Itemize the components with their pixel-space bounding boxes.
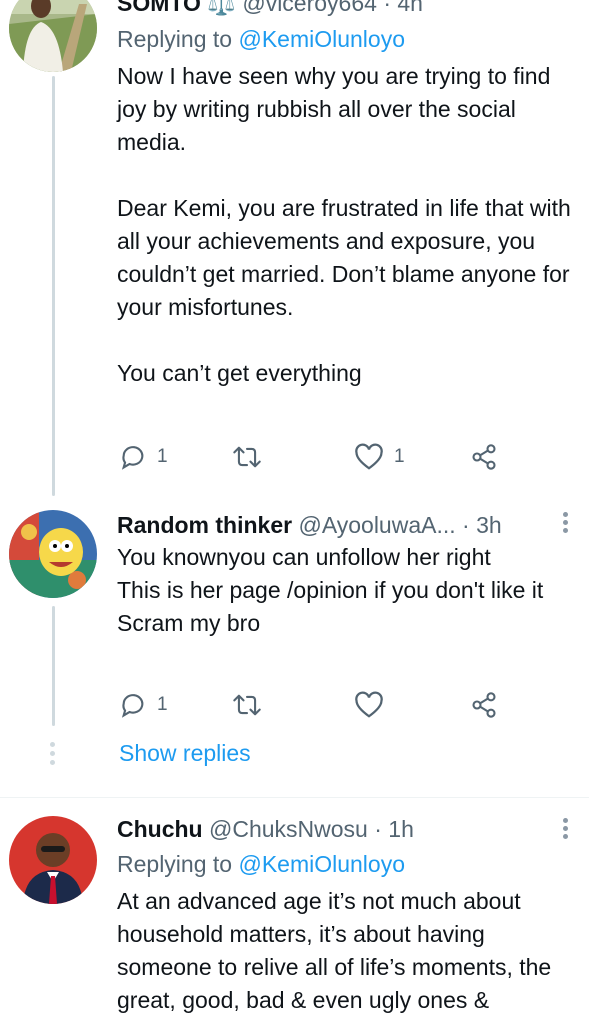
- author-handle[interactable]: @viceroy664: [242, 0, 377, 16]
- retweet-button[interactable]: [232, 691, 262, 719]
- retweet-icon: [233, 446, 261, 468]
- retweet-icon: [233, 694, 261, 716]
- tweet-time[interactable]: · 3h: [462, 512, 502, 538]
- tweet-text: You knownyou can unfollow her right This…: [117, 544, 544, 636]
- tweet-actions: 1 1: [117, 443, 517, 473]
- author-name[interactable]: Random thinker: [117, 512, 292, 538]
- tweet-time[interactable]: · 1h: [374, 816, 414, 842]
- heart-icon: [355, 691, 383, 718]
- replying-to: Replying to @KemiOlunloyo: [117, 26, 405, 52]
- comment-icon: [121, 694, 144, 718]
- author-handle[interactable]: @AyooluwaA...: [298, 512, 455, 538]
- tweet-text: At an advanced age it’s not much about h…: [117, 888, 552, 1013]
- thread-line: [52, 76, 55, 496]
- tweet-chuchu[interactable]: Chuchu @ChuksNwosu · 1h Replying to @Kem…: [0, 798, 589, 1024]
- share-icon: [472, 444, 496, 470]
- reply-count: 1: [157, 446, 168, 467]
- share-button[interactable]: [470, 691, 498, 719]
- more-vertical-icon[interactable]: [563, 512, 569, 536]
- mention-link[interactable]: @KemiOlunloyo: [238, 26, 405, 52]
- tweet-header: Random thinker @AyooluwaA... · 3h: [117, 510, 577, 540]
- thread-line: [52, 606, 55, 726]
- share-icon: [472, 692, 496, 718]
- tweet-time[interactable]: · 4h: [383, 0, 423, 16]
- tweet-header: SOMTO ⚖️ @viceroy664 · 4h: [117, 0, 577, 18]
- tweet-random-thinker[interactable]: Random thinker @AyooluwaA... · 3h You kn…: [0, 500, 589, 790]
- like-button[interactable]: 1: [354, 443, 405, 471]
- reply-button[interactable]: 1: [119, 443, 168, 471]
- share-button[interactable]: [470, 443, 498, 471]
- avatar-somto[interactable]: [9, 0, 97, 72]
- comment-icon: [121, 446, 144, 470]
- retweet-button[interactable]: [232, 443, 262, 471]
- author-name[interactable]: Chuchu: [117, 816, 203, 842]
- avatar-chuchu[interactable]: [9, 816, 97, 904]
- mention-link[interactable]: @KemiOlunloyo: [238, 851, 405, 877]
- replying-to: Replying to @KemiOlunloyo: [117, 851, 405, 877]
- avatar-random-thinker[interactable]: [9, 510, 97, 598]
- like-button[interactable]: [354, 691, 384, 719]
- reply-count: 1: [157, 694, 168, 715]
- tweet-actions: 1: [117, 691, 517, 721]
- author-handle[interactable]: @ChuksNwosu: [209, 816, 368, 842]
- tweet-somto[interactable]: SOMTO ⚖️ @viceroy664 · 4h Replying to @K…: [0, 0, 589, 496]
- like-count: 1: [394, 446, 405, 467]
- tweet-header: Chuchu @ChuksNwosu · 1h: [117, 814, 577, 844]
- author-name[interactable]: SOMTO ⚖️: [117, 0, 236, 16]
- more-vertical-icon[interactable]: [563, 0, 569, 2]
- show-replies-link[interactable]: Show replies: [119, 740, 251, 767]
- thread-continuation-dots: [50, 742, 55, 769]
- reply-button[interactable]: 1: [119, 691, 168, 719]
- tweet-text: Now I have seen why you are trying to fi…: [117, 63, 571, 386]
- more-vertical-icon[interactable]: [563, 818, 569, 842]
- heart-icon: [355, 443, 383, 470]
